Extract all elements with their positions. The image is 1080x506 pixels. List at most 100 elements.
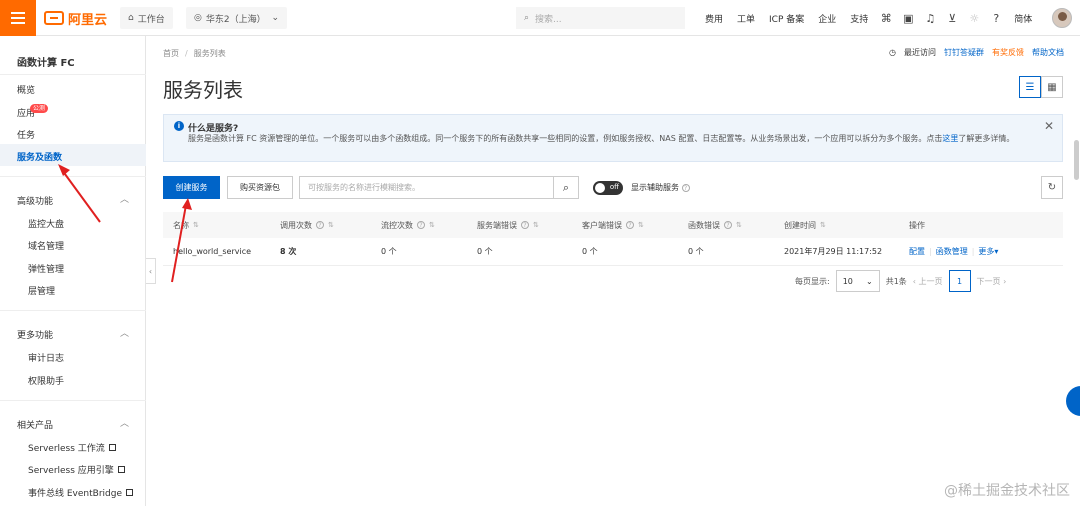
col-client-errors[interactable]: 客户端错误? ⇅ (572, 220, 678, 231)
sidebar-item-workflow[interactable]: Serverless 工作流 (28, 441, 116, 454)
col-server-errors[interactable]: 服务端错误? ⇅ (467, 220, 572, 231)
nav-enterprise[interactable]: 企业 (811, 12, 843, 25)
help-icon[interactable]: ? (724, 221, 732, 229)
help-icon[interactable]: ? (985, 0, 1007, 36)
sort-icon[interactable]: ⇅ (193, 221, 199, 229)
sidebar-item-domains[interactable]: 域名管理 (28, 239, 64, 252)
sort-icon[interactable]: ⇅ (328, 221, 334, 229)
nav-tickets[interactable]: 工单 (730, 12, 762, 25)
code-icon[interactable]: ⌘ (875, 0, 897, 36)
lightbulb-icon[interactable]: ☼ (963, 0, 985, 36)
breadcrumb-home[interactable]: 首页 (163, 49, 179, 58)
col-actions: 操作 (899, 220, 1063, 231)
nav-icp[interactable]: ICP 备案 (762, 12, 811, 25)
help-icon[interactable]: ? (626, 221, 634, 229)
terminal-icon[interactable]: ▣ (897, 0, 919, 36)
region-selector[interactable]: ◎ 华东2（上海） ⌄ (186, 7, 287, 29)
global-search-input[interactable]: ⌕ 搜索... (516, 7, 685, 29)
header-links: ◷ 最近访问 钉钉答疑群 有奖反馈 帮助文档 (889, 47, 1064, 58)
bell-icon[interactable]: ♫ (919, 0, 941, 36)
sidebar-item-permission[interactable]: 权限助手 (28, 374, 64, 387)
help-icon[interactable]: ? (417, 221, 425, 229)
beta-badge: 公测 (30, 104, 49, 113)
sort-icon[interactable]: ⇅ (820, 221, 826, 229)
service-table: 名称 ⇅ 调用次数? ⇅ 流控次数? ⇅ 服务端错误? ⇅ 客户端错误? ⇅ 函数错误? ⇅… (163, 212, 1063, 266)
sidebar-group-related[interactable]: 相关产品 (17, 418, 53, 431)
page-1-button[interactable]: 1 (948, 270, 971, 292)
col-name[interactable]: 名称 ⇅ (163, 220, 270, 231)
logo-text: 阿里云 (68, 12, 108, 28)
avatar[interactable] (1052, 8, 1072, 28)
nav-support[interactable]: 支持 (843, 12, 875, 25)
next-page-button[interactable]: 下一页 › (977, 276, 1007, 287)
help-icon[interactable]: ? (681, 184, 690, 192)
language-switch[interactable]: 简体 (1007, 12, 1039, 25)
sidebar-item-services[interactable]: 服务及函数 (17, 150, 62, 163)
sidebar-item-sae[interactable]: Serverless 应用引擎 (28, 463, 125, 476)
header-label: 操作 (909, 220, 925, 230)
per-page-select[interactable]: 10 ⌄ (835, 270, 880, 292)
buy-package-button[interactable]: 购买资源包 (227, 176, 293, 199)
service-search-input[interactable]: 可按服务的名称进行模糊搜索。 ⌕ (299, 176, 579, 199)
more-dropdown[interactable]: 更多▾ (978, 246, 998, 257)
col-throttle[interactable]: 流控次数? ⇅ (371, 220, 467, 231)
grid-view-icon[interactable]: ▦ (1041, 76, 1063, 98)
col-func-errors[interactable]: 函数错误? ⇅ (678, 220, 774, 231)
sidebar-item-audit[interactable]: 审计日志 (28, 351, 64, 364)
search-placeholder: 可按服务的名称进行模糊搜索。 (308, 183, 420, 192)
aliyun-logo[interactable]: 阿里云 (44, 9, 108, 28)
sidebar-group-advanced[interactable]: 高级功能 (17, 194, 53, 207)
feedback-link[interactable]: 有奖反馈 (992, 47, 1024, 58)
sidebar-item-elastic[interactable]: 弹性管理 (28, 262, 64, 275)
scrollbar[interactable] (1074, 140, 1079, 180)
help-docs-link[interactable]: 帮助文档 (1032, 47, 1064, 58)
recent-visits-link[interactable]: 最近访问 (904, 47, 936, 58)
sidebar-item-label: 层管理 (28, 287, 56, 297)
sidebar-item-layers[interactable]: 层管理 (28, 284, 55, 297)
configure-link[interactable]: 配置 (909, 246, 925, 257)
help-icon[interactable]: ? (521, 221, 529, 229)
header-label: 流控次数 (381, 220, 413, 230)
create-service-button[interactable]: 创建服务 (163, 176, 220, 199)
service-name-link[interactable]: hello_world_service (163, 247, 270, 256)
info-icon: i (174, 121, 184, 131)
refresh-icon[interactable]: ↻ (1041, 176, 1063, 199)
show-aux-services-toggle[interactable]: off (593, 181, 623, 195)
sidebar-item-overview[interactable]: 概览 (17, 83, 35, 96)
toggle-label: 显示辅助服务 ? (631, 182, 690, 193)
nav-billing[interactable]: 费用 (698, 12, 730, 25)
help-icon[interactable]: ? (316, 221, 324, 229)
external-link-icon (125, 489, 133, 496)
sort-icon[interactable]: ⇅ (429, 221, 435, 229)
prev-page-button[interactable]: ‹ 上一页 (913, 276, 943, 287)
sort-icon[interactable]: ⇅ (638, 221, 644, 229)
sidebar-group-more[interactable]: 更多功能 (17, 328, 53, 341)
col-calls[interactable]: 调用次数? ⇅ (270, 220, 371, 231)
sort-icon[interactable]: ⇅ (736, 221, 742, 229)
menu-icon[interactable] (0, 0, 36, 36)
info-text-tail: 了解更多详情。 (958, 134, 1015, 143)
sidebar-title: 函数计算 FC (17, 58, 75, 69)
close-icon[interactable]: ✕ (1044, 119, 1054, 133)
dingtalk-group-link[interactable]: 钉钉答疑群 (944, 47, 984, 58)
function-manage-link[interactable]: 函数管理 (936, 246, 968, 257)
main-content: 首页 / 服务列表 ◷ 最近访问 钉钉答疑群 有奖反馈 帮助文档 服务列表 ☰ ▦ … (147, 36, 1080, 506)
workbench-button[interactable]: ⌂ 工作台 (120, 7, 173, 29)
header-label: 函数错误 (688, 220, 720, 230)
cell-throttle: 0 个 (381, 247, 397, 256)
learn-more-link[interactable]: 这里 (942, 134, 958, 143)
sidebar-item-tasks[interactable]: 任务 (17, 128, 35, 141)
sidebar-item-eventbridge[interactable]: 事件总线 EventBridge (28, 486, 133, 499)
sidebar: 函数计算 FC 概览 应用 公测 任务 服务及函数 高级功能 ︿ 监控大盘 域名… (0, 36, 146, 506)
sort-icon[interactable]: ⇅ (533, 221, 539, 229)
cart-icon[interactable]: ⊻ (941, 0, 963, 36)
col-created[interactable]: 创建时间 ⇅ (774, 220, 899, 231)
chevron-up-icon[interactable]: ︿ (120, 192, 129, 205)
list-view-icon[interactable]: ☰ (1019, 76, 1041, 98)
chevron-up-icon[interactable]: ︿ (120, 326, 129, 339)
search-icon: ⌕ (524, 13, 530, 23)
search-icon[interactable]: ⌕ (553, 177, 578, 198)
sidebar-item-monitor[interactable]: 监控大盘 (28, 217, 64, 230)
sidebar-divider (0, 310, 146, 311)
chevron-up-icon[interactable]: ︿ (120, 416, 129, 429)
